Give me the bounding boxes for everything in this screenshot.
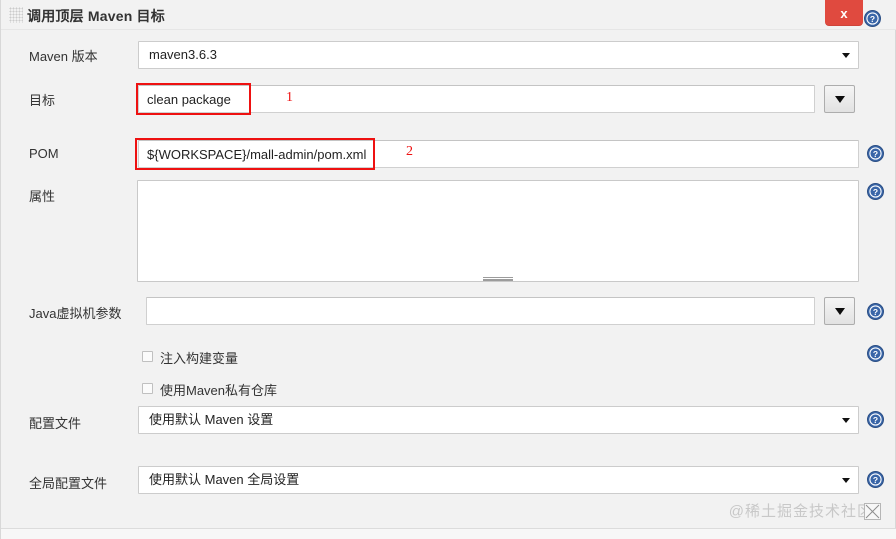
use-private-maven-repo-label[interactable]: 使用Maven私有仓库 bbox=[160, 380, 277, 399]
page-title: 调用顶层 Maven 目标 bbox=[27, 8, 165, 24]
global-settings-file-value: 使用默认 Maven 全局设置 bbox=[149, 472, 300, 487]
help-icon-properties[interactable]: ? bbox=[867, 183, 884, 200]
help-icon-jvm[interactable]: ? bbox=[867, 303, 884, 320]
svg-text:?: ? bbox=[870, 14, 875, 24]
chevron-down-icon bbox=[842, 53, 850, 58]
global-settings-file-label: 全局配置文件 bbox=[29, 476, 108, 491]
chevron-down-icon bbox=[842, 418, 850, 423]
help-icon-inject-build-variables[interactable]: ? bbox=[867, 345, 884, 362]
triangle-down-icon bbox=[834, 308, 845, 315]
svg-text:?: ? bbox=[873, 187, 878, 197]
jvm-options-input[interactable] bbox=[146, 297, 815, 325]
broken-image-icon bbox=[864, 503, 881, 520]
titlebar-divider bbox=[1, 29, 896, 30]
maven-version-label: Maven 版本 bbox=[29, 49, 98, 64]
maven-version-select[interactable]: maven3.6.3 bbox=[138, 41, 859, 69]
close-button[interactable]: x bbox=[825, 0, 863, 26]
pom-label: POM bbox=[29, 146, 59, 161]
svg-text:?: ? bbox=[873, 475, 878, 485]
annotation-number-2: 2 bbox=[406, 144, 413, 159]
properties-label: 属性 bbox=[29, 189, 56, 204]
triangle-down-icon bbox=[834, 96, 845, 103]
maven-goals-dialog: 调用顶层 Maven 目标 x ? Maven 版本 maven3.6.3 目标… bbox=[0, 0, 896, 539]
goals-label: 目标 bbox=[29, 93, 56, 108]
textarea-resize-handle[interactable] bbox=[483, 277, 513, 282]
watermark: @稀土掘金技术社区 bbox=[728, 503, 873, 520]
jvm-options-label: Java虚拟机参数 bbox=[29, 306, 122, 321]
help-icon-pom[interactable]: ? bbox=[867, 145, 884, 162]
svg-text:?: ? bbox=[873, 349, 878, 359]
annotation-number-1: 1 bbox=[286, 90, 293, 105]
global-settings-file-select[interactable]: 使用默认 Maven 全局设置 bbox=[138, 466, 859, 494]
use-private-maven-repo-checkbox[interactable] bbox=[142, 383, 153, 394]
svg-text:?: ? bbox=[873, 149, 878, 159]
jvm-options-dropdown-button[interactable] bbox=[824, 297, 855, 325]
inject-build-variables-label[interactable]: 注入构建变量 bbox=[160, 348, 238, 367]
help-icon-global-settings-file[interactable]: ? bbox=[867, 471, 884, 488]
dialog-titlebar[interactable]: 调用顶层 Maven 目标 x bbox=[1, 0, 896, 30]
bottom-strip bbox=[1, 529, 896, 539]
drag-grip-icon[interactable] bbox=[9, 7, 23, 23]
help-icon-settings-file[interactable]: ? bbox=[867, 411, 884, 428]
goals-input[interactable] bbox=[138, 85, 815, 113]
goals-dropdown-button[interactable] bbox=[824, 85, 855, 113]
chevron-down-icon bbox=[842, 478, 850, 483]
pom-input[interactable] bbox=[138, 140, 859, 168]
svg-text:?: ? bbox=[873, 415, 878, 425]
help-icon-title[interactable]: ? bbox=[864, 10, 881, 27]
inject-build-variables-checkbox[interactable] bbox=[142, 351, 153, 362]
settings-file-label: 配置文件 bbox=[29, 416, 82, 431]
settings-file-value: 使用默认 Maven 设置 bbox=[149, 412, 274, 427]
settings-file-select[interactable]: 使用默认 Maven 设置 bbox=[138, 406, 859, 434]
properties-textarea[interactable] bbox=[137, 180, 859, 282]
svg-text:?: ? bbox=[873, 307, 878, 317]
maven-version-value: maven3.6.3 bbox=[149, 47, 217, 62]
